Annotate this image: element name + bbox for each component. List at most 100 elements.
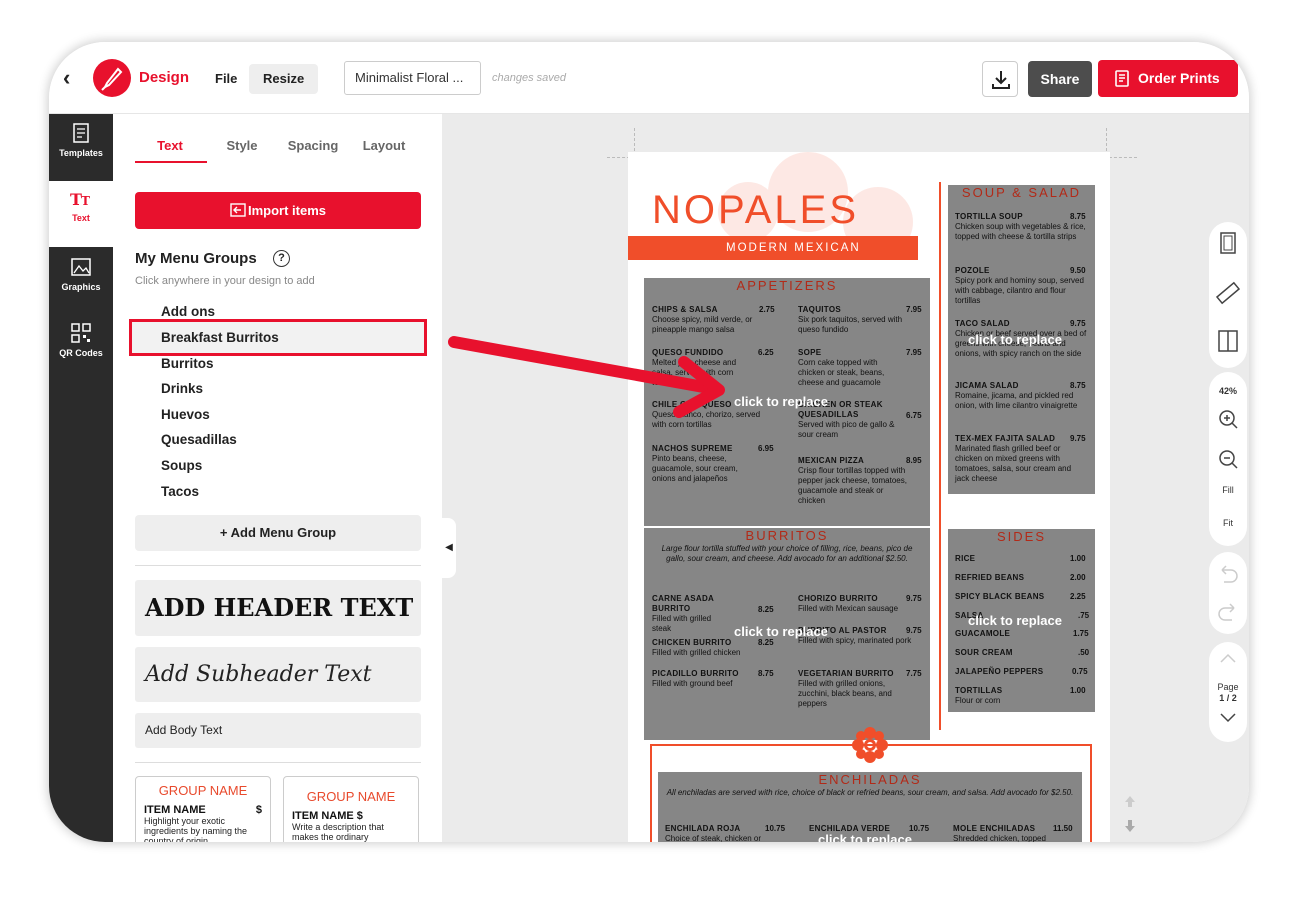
tab-style[interactable]: Style [207, 138, 277, 153]
page-down-icon[interactable] [1209, 708, 1247, 728]
divider [135, 762, 421, 763]
rail-item-qr-codes[interactable]: QR Codes [49, 314, 113, 380]
menu-page[interactable]: NOPALES MODERN MEXICAN CUISINE APPETIZER… [628, 152, 1110, 842]
menu-title[interactable]: NOPALES [652, 188, 859, 233]
group-template-card[interactable]: GROUP NAME ITEM NAME $ Write a descripti… [283, 776, 419, 842]
tab-layout[interactable]: Layout [349, 138, 419, 153]
download-icon [992, 71, 1010, 89]
menu-item-price: 2.25 [1070, 592, 1086, 601]
sides-section[interactable]: SIDES RICE 1.00 REFRIED BEANS 2.00 SPICY… [948, 529, 1095, 712]
menu-item: CARNE ASADA BURRITO Filled with grilled s… [652, 594, 714, 633]
undo-icon[interactable] [1209, 562, 1247, 586]
menu-item-price: 7.95 [906, 305, 922, 314]
menu-item: TEX-MEX FAJITA SALAD Marinated flash gril… [955, 434, 1072, 483]
template-item-desc: Write a description that makes the ordin… [292, 822, 384, 842]
menu-group-add-ons[interactable]: Add ons [161, 304, 215, 319]
page-view-icon[interactable] [1209, 230, 1247, 256]
section-description: Large flour tortilla stuffed with your c… [661, 544, 913, 563]
rail-item-graphics[interactable]: Graphics [49, 248, 113, 314]
menu-item-price: 9.75 [906, 626, 922, 635]
menu-subtitle[interactable]: MODERN MEXICAN CUISINE [628, 236, 918, 278]
click-to-replace-overlay[interactable]: click to replace [734, 394, 828, 409]
page-indicator: 1 / 2 [1219, 693, 1237, 703]
qr-code-icon [71, 323, 91, 343]
help-icon[interactable]: ? [273, 250, 290, 267]
fit-button[interactable]: Fit [1209, 518, 1247, 528]
menu-group-breakfast-burritos[interactable]: Breakfast Burritos [161, 330, 279, 345]
menu-item: RICE [955, 554, 976, 563]
back-arrow-icon[interactable]: ‹ [63, 66, 83, 90]
menu-item: MEXICAN PIZZA Crisp flour tortillas toppe… [798, 456, 907, 505]
menu-group-quesadillas[interactable]: Quesadillas [161, 432, 237, 447]
menu-item-price: 7.75 [906, 669, 922, 678]
rail-label-qr-codes: QR Codes [59, 348, 103, 358]
add-header-text-button[interactable]: ADD HEADER TEXT [135, 580, 421, 636]
group-template-card[interactable]: GROUP NAME ITEM NAME $ Highlight your exo… [135, 776, 271, 842]
design-canvas[interactable]: NOPALES MODERN MEXICAN CUISINE APPETIZER… [442, 114, 1249, 842]
add-subheader-text-button[interactable]: Add Subheader Text [135, 647, 421, 702]
rail-item-templates[interactable]: Templates [49, 114, 113, 180]
menu-item: VEGETARIAN BURRITO Filled with grilled on… [798, 669, 894, 708]
menu-item-price: 8.25 [758, 638, 774, 647]
order-prints-button[interactable]: Order Prints [1098, 60, 1238, 97]
columns-icon[interactable] [1209, 328, 1247, 354]
menu-item: CHICKEN BURRITO Filled with grilled chick… [652, 638, 741, 657]
burritos-section[interactable]: BURRITOS Large flour tortilla stuffed wi… [644, 528, 930, 740]
menu-item: SOPE Corn cake topped with chicken or ste… [798, 348, 885, 387]
download-button[interactable] [982, 61, 1018, 97]
menu-item: QUESO FUNDIDO Melted jack cheese and sals… [652, 348, 737, 387]
import-items-label: Import items [247, 203, 326, 218]
menu-item-price: 9.75 [1070, 319, 1086, 328]
menu-group-tacos[interactable]: Tacos [161, 484, 199, 499]
menu-item: JALAPEÑO PEPPERS [955, 667, 1044, 676]
ruler-icon[interactable] [1209, 280, 1247, 306]
share-button[interactable]: Share [1028, 61, 1092, 97]
menu-group-soups[interactable]: Soups [161, 458, 202, 473]
menu-group-huevos[interactable]: Huevos [161, 407, 210, 422]
click-to-replace-overlay[interactable]: click to replace [968, 613, 1062, 628]
add-menu-group-button[interactable]: + Add Menu Group [135, 515, 421, 551]
fill-button[interactable]: Fill [1209, 485, 1247, 495]
section-title: ENCHILADAS [818, 772, 922, 787]
menu-item: MOLE ENCHILADAS Shredded chicken, topped [953, 824, 1046, 842]
resize-button[interactable]: Resize [249, 64, 319, 94]
enchiladas-section[interactable]: ENCHILADAS All enchiladas are served wit… [658, 772, 1082, 842]
document-title-input[interactable]: Minimalist Floral ... [344, 61, 481, 95]
appetizers-section[interactable]: APPETIZERS CHIPS & SALSA Choose spicy, mi… [644, 278, 930, 526]
divider [135, 565, 421, 566]
menu-item-price: 1.00 [1070, 686, 1086, 695]
click-to-replace-overlay[interactable]: click to replace [968, 332, 1062, 347]
menu-group-drinks[interactable]: Drinks [161, 381, 203, 396]
menu-groups-title: My Menu Groups [135, 250, 257, 267]
file-menu-button[interactable]: File [201, 64, 251, 94]
order-prints-label: Order Prints [1138, 70, 1220, 86]
history-tools [1209, 552, 1247, 634]
scroll-arrows-icon[interactable] [1122, 794, 1138, 834]
tab-text[interactable]: Text [135, 138, 205, 153]
menu-item-price: 9.75 [1070, 434, 1086, 443]
rail-item-text[interactable]: TT Text [49, 181, 113, 247]
menu-item: ENCHILADA ROJA Choice of steak, chicken o… [665, 824, 762, 842]
soup-salad-section[interactable]: SOUP & SALAD TORTILLA SOUP Chicken soup w… [948, 185, 1095, 494]
menu-item-price: 8.75 [1070, 381, 1086, 390]
menu-item-price: 6.95 [758, 444, 774, 453]
design-menu[interactable]: Design [139, 69, 189, 86]
menu-item: CHIPS & SALSA Choose spicy, mild verde, o… [652, 305, 753, 334]
page-up-icon[interactable] [1209, 648, 1247, 668]
click-to-replace-overlay[interactable]: click to replace [734, 624, 828, 639]
menu-group-burritos[interactable]: Burritos [161, 356, 214, 371]
add-body-text-button[interactable]: Add Body Text [135, 713, 421, 748]
section-title: APPETIZERS [736, 278, 838, 293]
zoom-in-icon[interactable] [1209, 407, 1247, 431]
section-title: SIDES [996, 529, 1046, 544]
collapse-panel-button[interactable]: ◀ [442, 518, 456, 578]
zoom-out-icon[interactable] [1209, 447, 1247, 471]
active-tab-indicator [135, 161, 207, 163]
rail-label-templates: Templates [59, 148, 103, 158]
import-items-button[interactable]: Import items [135, 192, 421, 229]
redo-icon[interactable] [1209, 600, 1247, 624]
template-group-name: GROUP NAME [306, 789, 396, 804]
menu-item-price: 2.00 [1070, 573, 1086, 582]
tab-spacing[interactable]: Spacing [278, 138, 348, 153]
click-to-replace-overlay[interactable]: click to replace [818, 832, 912, 842]
